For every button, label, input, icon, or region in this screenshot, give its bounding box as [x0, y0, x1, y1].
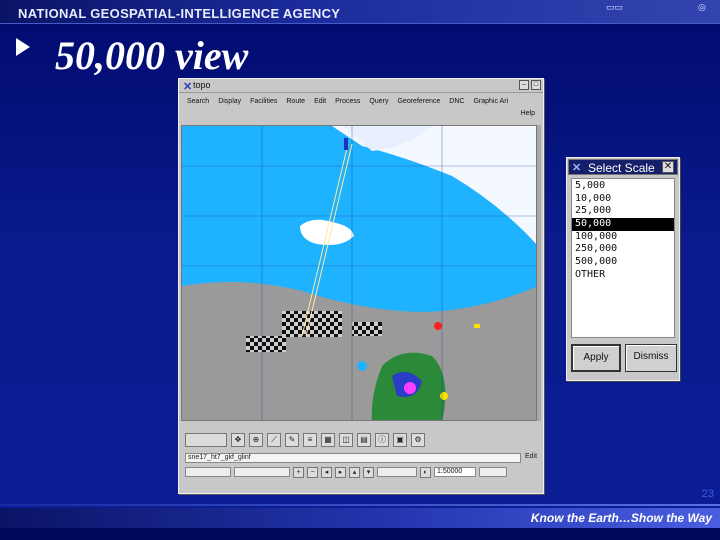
- options-icon[interactable]: ⚙: [411, 433, 425, 447]
- print-icon[interactable]: ▤: [357, 433, 371, 447]
- scale-option[interactable]: 10,000: [572, 193, 674, 206]
- app-window: ✕ topo – □ Search Display Facilities Rou…: [178, 78, 544, 494]
- tool-palette[interactable]: [185, 433, 227, 447]
- status-field: [377, 467, 417, 477]
- map-graphic: [182, 126, 536, 420]
- info-icon[interactable]: ⓘ: [375, 433, 389, 447]
- dialog-title: Select Scale: [588, 161, 655, 175]
- file-path-field[interactable]: sne17_ht7_gkf_glinf: [185, 453, 521, 463]
- chart-icon[interactable]: ▦: [321, 433, 335, 447]
- menu-query[interactable]: Query: [369, 98, 388, 105]
- edit-label[interactable]: Edit: [525, 453, 537, 460]
- status-field: [479, 467, 507, 477]
- scale-field[interactable]: 1:50000: [434, 467, 476, 477]
- app-titlebar[interactable]: ✕ topo – □: [179, 79, 543, 93]
- slide-title: 50,000 view: [55, 33, 249, 78]
- header-mark-icon: ▭▭: [606, 2, 624, 12]
- zoom-out-icon[interactable]: −: [307, 466, 318, 478]
- select-icon[interactable]: ◫: [339, 433, 353, 447]
- menu-display[interactable]: Display: [218, 98, 241, 105]
- scale-option[interactable]: 5,000: [572, 180, 674, 193]
- scale-option[interactable]: OTHER: [572, 269, 674, 282]
- map-canvas[interactable]: [181, 125, 537, 421]
- menu-dnc[interactable]: DNC: [449, 98, 464, 105]
- zoom-in-icon[interactable]: +: [293, 466, 304, 478]
- menu-georeference[interactable]: Georeference: [397, 98, 440, 105]
- footer-line: [0, 504, 720, 506]
- close-icon[interactable]: ✕: [662, 161, 674, 173]
- map-scrollbar[interactable]: [537, 125, 541, 421]
- bullet-arrow-icon: [16, 38, 30, 56]
- minimize-icon[interactable]: –: [519, 80, 529, 90]
- down-arrow-icon[interactable]: ▾: [363, 466, 374, 478]
- measure-icon[interactable]: ⟋: [267, 433, 281, 447]
- menu-graphic[interactable]: Graphic Ari: [473, 98, 508, 105]
- dismiss-button[interactable]: Dismiss: [625, 344, 677, 372]
- scale-icon[interactable]: ◐: [420, 466, 431, 478]
- maximize-icon[interactable]: □: [531, 80, 541, 90]
- select-scale-dialog: ✕ Select Scale ✕ 5,000 10,000 25,000 50,…: [566, 157, 680, 381]
- status-field: [234, 467, 290, 477]
- layer-icon[interactable]: ≡: [303, 433, 317, 447]
- window-controls: – □: [519, 80, 541, 90]
- header-logo-icon: ◎: [698, 2, 706, 12]
- scale-option[interactable]: 25,000: [572, 205, 674, 218]
- menu-edit[interactable]: Edit: [314, 98, 326, 105]
- status-bar: + − ◂ ▸ ▴ ▾ ◐ 1:50000: [185, 465, 507, 479]
- scale-list[interactable]: 5,000 10,000 25,000 50,000 100,000 250,0…: [571, 178, 675, 338]
- save-icon[interactable]: ▣: [393, 433, 407, 447]
- page-number: 23: [701, 488, 714, 500]
- right-arrow-icon[interactable]: ▸: [335, 466, 346, 478]
- scale-option[interactable]: 500,000: [572, 256, 674, 269]
- menu-search[interactable]: Search: [187, 98, 209, 105]
- x-logo-icon: ✕: [183, 81, 193, 93]
- map-toolbar: ✥ ⊕ ⟋ ✎ ≡ ▦ ◫ ▤ ⓘ ▣ ⚙: [185, 431, 425, 449]
- menu-process[interactable]: Process: [335, 98, 360, 105]
- app-title: topo: [193, 80, 211, 90]
- annotate-icon[interactable]: ✎: [285, 433, 299, 447]
- x-logo-icon: ✕: [572, 162, 582, 174]
- menu-help[interactable]: Help: [521, 110, 535, 117]
- footer-bottom: [0, 528, 720, 540]
- scale-option[interactable]: 250,000: [572, 243, 674, 256]
- menu-bar: Search Display Facilities Route Edit Pro…: [179, 94, 543, 108]
- menu-route[interactable]: Route: [286, 98, 305, 105]
- scale-option-selected[interactable]: 50,000: [572, 218, 674, 231]
- agency-name: NATIONAL GEOSPATIAL-INTELLIGENCE AGENCY: [18, 6, 341, 21]
- tagline: Know the Earth…Show the Way: [530, 511, 712, 525]
- pan-icon[interactable]: ✥: [231, 433, 245, 447]
- zoom-icon[interactable]: ⊕: [249, 433, 263, 447]
- up-arrow-icon[interactable]: ▴: [349, 466, 360, 478]
- status-field: [185, 467, 231, 477]
- dialog-titlebar[interactable]: ✕ Select Scale ✕: [568, 159, 678, 175]
- left-arrow-icon[interactable]: ◂: [321, 466, 332, 478]
- scale-option[interactable]: 100,000: [572, 231, 674, 244]
- apply-button[interactable]: Apply: [571, 344, 621, 372]
- menu-facilities[interactable]: Facilities: [250, 98, 277, 105]
